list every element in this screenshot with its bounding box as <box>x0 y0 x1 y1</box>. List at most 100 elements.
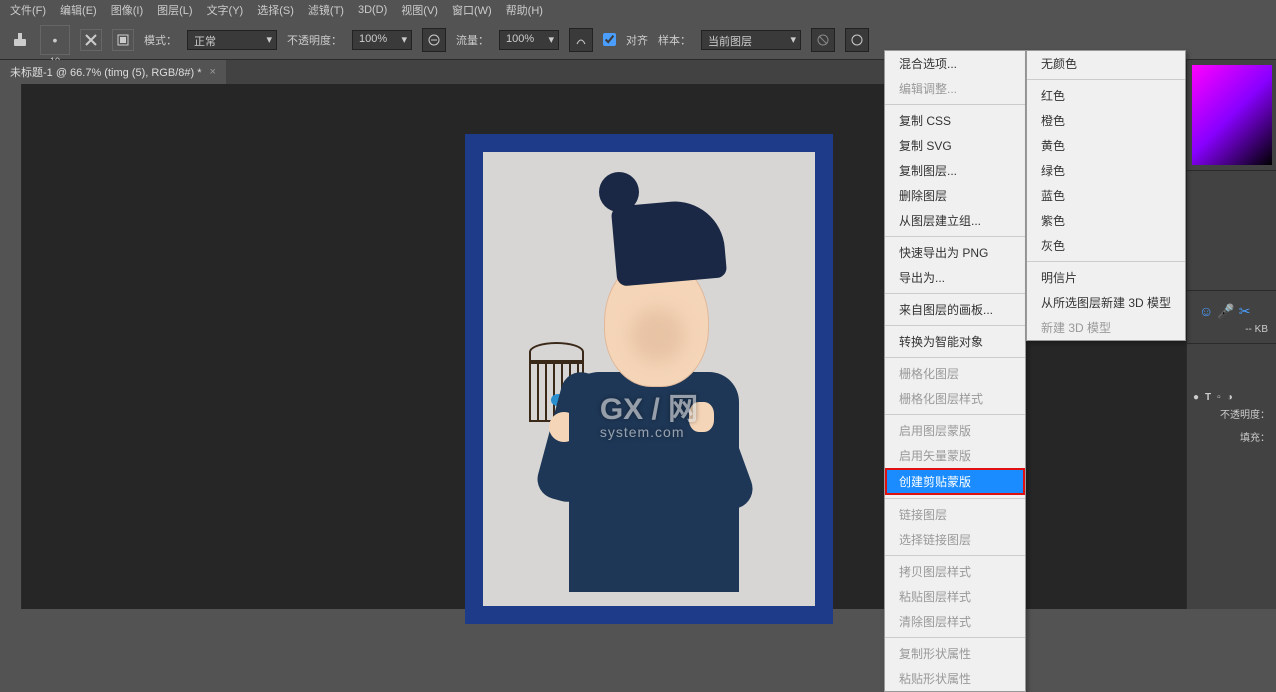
menu-item-0[interactable]: 混合选项... <box>885 51 1025 76</box>
layer-fill-label: 填充： <box>1193 429 1270 444</box>
menu-item-23: 链接图层 <box>885 502 1025 527</box>
menu-item-19: 启用图层蒙版 <box>885 418 1025 443</box>
opacity-pressure-button[interactable] <box>422 28 446 52</box>
submenu-separator <box>1027 261 1185 262</box>
align-checkbox[interactable] <box>603 33 616 46</box>
submenu-item-10[interactable]: 明信片 <box>1027 265 1185 290</box>
flow-label: 流量： <box>456 32 489 48</box>
brush-panel-button[interactable] <box>112 29 134 51</box>
submenu-item-4[interactable]: 黄色 <box>1027 133 1185 158</box>
menu-separator <box>885 357 1025 358</box>
color-picker-gradient[interactable] <box>1192 65 1272 165</box>
align-label: 对齐 <box>626 32 648 48</box>
menu-filter[interactable]: 滤镜(T) <box>308 2 344 18</box>
menu-item-6[interactable]: 删除图层 <box>885 183 1025 208</box>
menu-separator <box>885 104 1025 105</box>
opacity-label: 不透明度： <box>287 32 342 48</box>
menu-3d[interactable]: 3D(D) <box>358 4 387 16</box>
smile-icon[interactable]: ☺ <box>1199 303 1213 320</box>
panel-section-1 <box>1187 170 1276 290</box>
submenu-item-8[interactable]: 灰色 <box>1027 233 1185 258</box>
menu-item-7[interactable]: 从图层建立组... <box>885 208 1025 233</box>
menu-help[interactable]: 帮助(H) <box>506 2 543 18</box>
layer-opacity-label: 不透明度： <box>1193 406 1270 421</box>
submenu-item-12: 新建 3D 模型 <box>1027 315 1185 340</box>
menu-type[interactable]: 文字(Y) <box>207 2 244 18</box>
opacity-select[interactable]: 100% <box>352 30 412 50</box>
menu-item-27: 粘贴图层样式 <box>885 584 1025 609</box>
menu-item-5[interactable]: 复制图层... <box>885 158 1025 183</box>
menu-separator <box>885 293 1025 294</box>
submenu-item-6[interactable]: 蓝色 <box>1027 183 1185 208</box>
eye-icon[interactable]: ● <box>1193 392 1199 403</box>
canvas <box>465 134 833 624</box>
layer-context-menu: 混合选项...编辑调整... 复制 CSS复制 SVG复制图层...删除图层从图层… <box>884 50 1026 692</box>
menu-layer[interactable]: 图层(L) <box>157 2 192 18</box>
close-tab-icon[interactable]: × <box>210 66 216 78</box>
canvas-content <box>483 152 815 606</box>
panel-section-swatches <box>1187 343 1276 383</box>
menu-separator <box>885 637 1025 638</box>
figure-illustration <box>509 172 789 602</box>
document-tab-title: 未标题-1 @ 66.7% (timg (5), RGB/8#) * <box>10 64 202 80</box>
layer-properties: ● T ▫ ◑ 不透明度： 填充： <box>1187 383 1276 450</box>
submenu-item-11[interactable]: 从所选图层新建 3D 模型 <box>1027 290 1185 315</box>
mode-select[interactable]: 正常 <box>187 30 277 50</box>
menu-item-21[interactable]: 创建剪贴蒙版 <box>885 468 1025 495</box>
flow-select[interactable]: 100% <box>499 30 559 50</box>
menu-separator <box>885 555 1025 556</box>
submenu-item-3[interactable]: 橙色 <box>1027 108 1185 133</box>
scissors-icon[interactable]: ✂ <box>1239 303 1251 320</box>
menu-item-4[interactable]: 复制 SVG <box>885 133 1025 158</box>
menu-item-28: 清除图层样式 <box>885 609 1025 634</box>
menu-item-20: 启用矢量蒙版 <box>885 443 1025 468</box>
menu-item-16: 栅格化图层 <box>885 361 1025 386</box>
menu-item-12[interactable]: 来自图层的画板... <box>885 297 1025 322</box>
menu-image[interactable]: 图像(I) <box>111 2 143 18</box>
sample-label: 样本： <box>658 32 691 48</box>
submenu-item-7[interactable]: 紫色 <box>1027 208 1185 233</box>
menu-separator <box>885 325 1025 326</box>
file-size-display: -- KB <box>1195 324 1268 335</box>
menu-item-31: 粘贴形状属性 <box>885 666 1025 691</box>
ignore-adjustment-button[interactable] <box>811 28 835 52</box>
mode-label: 模式： <box>144 32 177 48</box>
brush-settings-button[interactable] <box>80 29 102 51</box>
menu-item-3[interactable]: 复制 CSS <box>885 108 1025 133</box>
menu-item-17: 栅格化图层样式 <box>885 386 1025 411</box>
menu-item-26: 拷贝图层样式 <box>885 559 1025 584</box>
menu-item-1: 编辑调整... <box>885 76 1025 101</box>
layer-mask-icon[interactable]: ▫ <box>1217 392 1221 403</box>
clone-stamp-tool-icon[interactable] <box>10 30 30 50</box>
menu-window[interactable]: 窗口(W) <box>452 2 492 18</box>
sample-select[interactable]: 当前图层 <box>701 30 801 50</box>
right-panel: ☺ 🎤 ✂ -- KB ● T ▫ ◑ 不透明度： 填充： <box>1186 60 1276 609</box>
menu-view[interactable]: 视图(V) <box>401 2 438 18</box>
menu-item-10[interactable]: 导出为... <box>885 265 1025 290</box>
menu-select[interactable]: 选择(S) <box>257 2 294 18</box>
menu-item-24: 选择链接图层 <box>885 527 1025 552</box>
menu-separator <box>885 236 1025 237</box>
submenu-item-5[interactable]: 绿色 <box>1027 158 1185 183</box>
mic-icon[interactable]: 🎤 <box>1217 303 1234 320</box>
submenu-item-0[interactable]: 无颜色 <box>1027 51 1185 76</box>
submenu-item-2[interactable]: 红色 <box>1027 83 1185 108</box>
color-submenu: 无颜色红色橙色黄色绿色蓝色紫色灰色明信片从所选图层新建 3D 模型新建 3D 模… <box>1026 50 1186 341</box>
menu-item-14[interactable]: 转换为智能对象 <box>885 329 1025 354</box>
submenu-separator <box>1027 79 1185 80</box>
menu-file[interactable]: 文件(F) <box>10 2 46 18</box>
menu-item-9[interactable]: 快速导出为 PNG <box>885 240 1025 265</box>
pressure-size-button[interactable] <box>845 28 869 52</box>
document-tab[interactable]: 未标题-1 @ 66.7% (timg (5), RGB/8#) * × <box>0 60 226 84</box>
fx-icon[interactable]: ◑ <box>1227 392 1233 403</box>
type-icon[interactable]: T <box>1205 392 1211 403</box>
panel-section-icons: ☺ 🎤 ✂ -- KB <box>1187 290 1276 343</box>
brush-preview[interactable]: 10 <box>40 25 70 55</box>
top-menu-bar: 文件(F) 编辑(E) 图像(I) 图层(L) 文字(Y) 选择(S) 滤镜(T… <box>0 0 1276 20</box>
left-toolbar[interactable] <box>0 84 22 609</box>
menu-separator <box>885 498 1025 499</box>
menu-item-30: 复制形状属性 <box>885 641 1025 666</box>
menu-edit[interactable]: 编辑(E) <box>60 2 97 18</box>
menu-separator <box>885 414 1025 415</box>
airbrush-button[interactable] <box>569 28 593 52</box>
